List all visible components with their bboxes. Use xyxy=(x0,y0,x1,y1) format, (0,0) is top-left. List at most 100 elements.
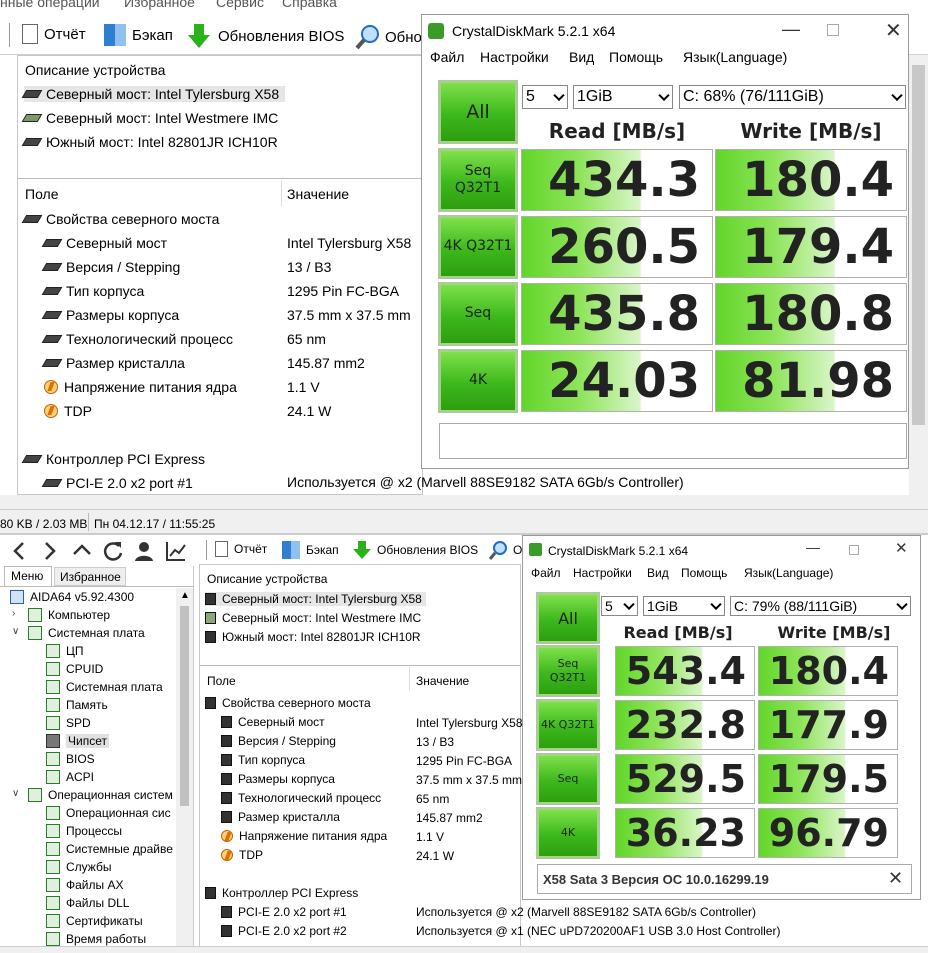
menu-help[interactable]: Помощь xyxy=(681,566,727,580)
device-item[interactable]: Северный мост: Intel Tylersburg X58 xyxy=(21,86,286,102)
read-value-cell: 260.5 xyxy=(521,216,713,278)
tree-item[interactable]: ∨ Системная плата xyxy=(12,626,145,640)
menu-file[interactable]: Файл xyxy=(430,49,464,65)
tree-item[interactable]: Сертификаты xyxy=(46,914,143,928)
backup-button[interactable]: Бэкап xyxy=(104,24,173,46)
chevron-down-icon[interactable]: ∨ xyxy=(12,626,19,637)
clear-icon[interactable]: ✕ xyxy=(888,868,903,889)
tree-item[interactable]: CPUID xyxy=(46,662,103,676)
size-select[interactable]: 1GiB xyxy=(573,85,673,109)
tree-item[interactable]: Время работы xyxy=(46,932,146,946)
test-button[interactable]: Seq xyxy=(536,753,600,805)
bios-update-button[interactable]: Обновления BIOS xyxy=(186,23,344,49)
menu-settings[interactable]: Настройки xyxy=(480,49,549,65)
device-item[interactable]: Северный мост: Intel Westmere IMC xyxy=(205,611,421,625)
device-item[interactable]: Южный мост: Intel 82801JR ICH10R xyxy=(21,134,278,150)
test-button[interactable]: Seq xyxy=(438,282,518,346)
menu-service[interactable]: Сервис xyxy=(216,0,264,10)
drive-select[interactable]: C: 68% (76/111GiB) xyxy=(679,85,906,109)
forward-icon[interactable] xyxy=(40,540,60,562)
device-item[interactable]: Северный мост: Intel Tylersburg X58 xyxy=(205,592,426,606)
maximize-button[interactable] xyxy=(849,545,859,555)
chevron-down-icon xyxy=(710,598,722,611)
tree-item[interactable]: Службы xyxy=(46,860,111,874)
all-button[interactable]: All xyxy=(536,592,600,644)
sidebar-scrollbar[interactable]: ▲ xyxy=(176,588,193,953)
menu-view[interactable]: Вид xyxy=(569,49,594,65)
tree-item[interactable]: Системные драйве xyxy=(46,842,173,856)
column-value-header[interactable]: Значение xyxy=(416,674,469,688)
top-hscrollbar[interactable] xyxy=(0,495,928,509)
tree-item[interactable]: AIDA64 v5.92.4300 xyxy=(10,590,134,604)
menu-settings[interactable]: Настройки xyxy=(573,566,632,580)
bios-update-button[interactable]: Обновления BIOS xyxy=(352,540,478,560)
menu-file[interactable]: Файл xyxy=(531,566,561,580)
maximize-button[interactable] xyxy=(827,24,839,36)
tab-favorites[interactable]: Избранное xyxy=(54,567,126,586)
test-button[interactable]: 4K xyxy=(438,349,518,413)
report-button[interactable]: Отчёт xyxy=(22,24,86,44)
report-button[interactable]: Отчёт xyxy=(215,541,267,557)
count-select[interactable]: 5 xyxy=(522,85,568,109)
test-button[interactable]: 4K Q32T1 xyxy=(536,699,600,751)
backup-button[interactable]: Бэкап xyxy=(282,541,339,559)
scroll-up-icon[interactable]: ▲ xyxy=(180,590,190,601)
menu-language[interactable]: Язык(Language) xyxy=(683,49,787,65)
tree-item[interactable]: ∨ Операционная систем xyxy=(12,788,173,802)
count-select[interactable]: 5 xyxy=(601,596,638,616)
tree-item[interactable]: SPD xyxy=(46,716,91,730)
size-select[interactable]: 1GiB xyxy=(643,596,725,616)
comment-field[interactable]: X58 Sata 3 Версия ОС 10.0.16299.19 ✕ xyxy=(537,864,912,894)
scroll-thumb[interactable] xyxy=(912,65,925,425)
all-button[interactable]: All xyxy=(438,80,518,144)
menu-view[interactable]: Вид xyxy=(647,566,669,580)
find-button[interactable]: О xyxy=(488,540,522,560)
menu-help[interactable]: Помощь xyxy=(609,49,663,65)
test-button[interactable]: Seq Q32T1 xyxy=(438,148,518,212)
drive-select[interactable]: C: 79% (88/111GiB) xyxy=(730,596,911,616)
test-button[interactable]: 4K Q32T1 xyxy=(438,215,518,279)
device-item[interactable]: Северный мост: Intel Westmere IMC xyxy=(21,110,278,126)
chevron-right-icon[interactable]: › xyxy=(12,608,15,619)
menu-help[interactable]: Справка xyxy=(282,0,337,10)
menu-language[interactable]: Язык(Language) xyxy=(744,566,833,580)
tree-item[interactable]: ACPI xyxy=(46,770,94,784)
menu-operations[interactable]: нные операции xyxy=(0,0,100,10)
minimize-button[interactable]: — xyxy=(806,539,820,555)
refresh-icon[interactable] xyxy=(102,540,124,562)
tab-menu[interactable]: Меню xyxy=(4,566,52,586)
tree-item[interactable]: Чипсет xyxy=(46,734,109,748)
scroll-thumb[interactable] xyxy=(180,606,189,806)
property-name: Северный мост xyxy=(238,715,325,729)
comment-field[interactable] xyxy=(439,423,907,459)
column-field-header[interactable]: Поле xyxy=(25,186,59,202)
close-button[interactable]: ✕ xyxy=(895,539,908,557)
chip-icon xyxy=(221,792,232,804)
column-field-header[interactable]: Поле xyxy=(207,674,236,688)
user-icon[interactable] xyxy=(133,540,155,562)
device-item[interactable]: Южный мост: Intel 82801JR ICH10R xyxy=(205,630,421,644)
find-button[interactable]: Обно xyxy=(355,24,422,50)
tree-item[interactable]: Процессы xyxy=(46,824,122,838)
tree-item[interactable]: Файлы DLL xyxy=(46,896,129,910)
chevron-down-icon[interactable]: ∨ xyxy=(12,788,19,799)
property-row: Напряжение питания ядра xyxy=(44,379,237,395)
tree-item[interactable]: Операционная сис xyxy=(46,806,171,820)
close-button[interactable]: ✕ xyxy=(885,18,902,43)
top-statusbar: 80 KB / 2.03 MB Пн 04.12.17 / 11:55:25 xyxy=(0,509,928,533)
chart-icon[interactable] xyxy=(165,540,187,562)
up-icon[interactable] xyxy=(71,540,93,562)
tree-item[interactable]: ЦП xyxy=(46,644,84,658)
tree-item[interactable]: Системная плата xyxy=(46,680,163,694)
test-button[interactable]: Seq Q32T1 xyxy=(536,645,600,697)
tree-item[interactable]: › Компьютер xyxy=(12,608,110,622)
column-value-header[interactable]: Значение xyxy=(287,186,349,202)
menu-favorites[interactable]: Избранное xyxy=(124,0,195,10)
top-scrollbar[interactable]: ⌄ xyxy=(909,55,928,510)
minimize-button[interactable]: — xyxy=(782,19,800,40)
back-icon[interactable] xyxy=(10,540,30,562)
tree-item[interactable]: Файлы AX xyxy=(46,878,123,892)
test-button[interactable]: 4K xyxy=(536,807,600,859)
tree-item[interactable]: BIOS xyxy=(46,752,95,766)
tree-item[interactable]: Память xyxy=(46,698,108,712)
